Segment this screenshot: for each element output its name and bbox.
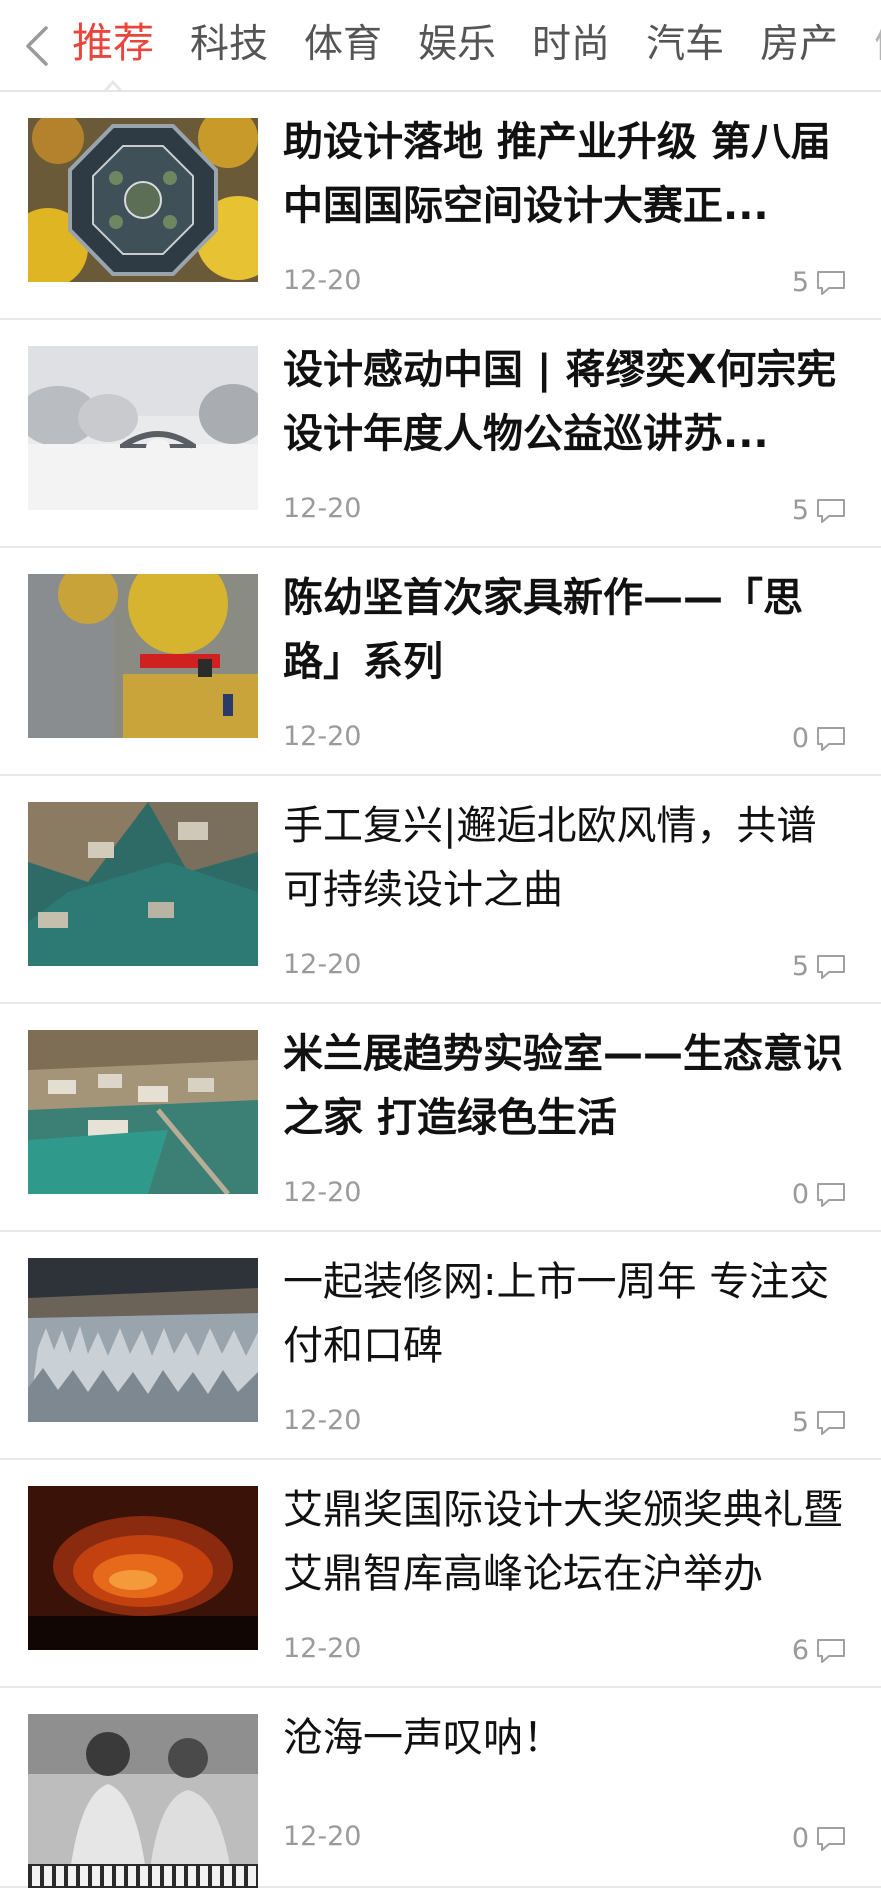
category-tabs: 推荐科技体育娱乐时尚汽车房产健 xyxy=(72,0,881,90)
tab-entertainment[interactable]: 娱乐 xyxy=(418,2,496,90)
thumbnail-image[interactable] xyxy=(28,1486,258,1650)
thumbnail-image[interactable] xyxy=(28,1258,258,1422)
comment-count-value: 6 xyxy=(791,1635,809,1666)
comment-icon xyxy=(817,1638,845,1663)
tab-health[interactable]: 健 xyxy=(874,2,881,90)
comment-count[interactable]: 5 xyxy=(792,267,847,298)
article-title[interactable]: 艾鼎奖国际设计大奖颁奖典礼暨艾鼎智库高峰论坛在沪举办 xyxy=(283,1478,853,1606)
tab-auto[interactable]: 汽车 xyxy=(646,2,724,90)
comment-count-value: 5 xyxy=(791,951,809,982)
news-item[interactable]: 沧海一声叹呐！ 12-20 0 xyxy=(0,1688,881,1888)
comment-icon xyxy=(817,1826,845,1851)
thumbnail-image[interactable] xyxy=(28,1030,258,1194)
comment-icon xyxy=(817,1410,845,1435)
tab-real-estate[interactable]: 房产 xyxy=(760,2,838,90)
thumbnail-image[interactable] xyxy=(28,802,258,966)
comment-count-value: 5 xyxy=(791,1407,809,1438)
news-item[interactable]: 一起装修网:上市一周年 专注交付和口碑 12-20 5 xyxy=(0,1232,881,1460)
comment-icon xyxy=(817,270,845,295)
comment-count-value: 0 xyxy=(791,723,809,754)
article-title[interactable]: 手工复兴|邂逅北欧风情，共谱可持续设计之曲 xyxy=(283,794,853,922)
article-date: 12-20 xyxy=(283,1633,362,1664)
tab-recommended[interactable]: 推荐 xyxy=(72,0,154,90)
back-button[interactable] xyxy=(14,18,60,74)
article-date: 12-20 xyxy=(283,1177,362,1208)
thumbnail-image[interactable] xyxy=(28,574,258,738)
comment-count[interactable]: 0 xyxy=(792,723,847,754)
article-date: 12-20 xyxy=(283,949,362,980)
news-item[interactable]: 手工复兴|邂逅北欧风情，共谱可持续设计之曲 12-20 5 xyxy=(0,776,881,1004)
comment-count[interactable]: 6 xyxy=(792,1635,847,1666)
comment-count[interactable]: 0 xyxy=(792,1179,847,1210)
news-item[interactable]: 米兰展趋势实验室——生态意识之家 打造绿色生活 12-20 0 xyxy=(0,1004,881,1232)
tab-sports[interactable]: 体育 xyxy=(304,2,382,90)
thumbnail-image[interactable] xyxy=(28,118,258,282)
comment-icon xyxy=(817,726,845,751)
news-item[interactable]: 陈幼坚首次家具新作——「思路」系列 12-20 0 xyxy=(0,548,881,776)
article-date: 12-20 xyxy=(283,1821,362,1852)
comment-count[interactable]: 5 xyxy=(792,951,847,982)
comment-count-value: 5 xyxy=(791,267,809,298)
comment-icon xyxy=(817,954,845,979)
comment-count[interactable]: 0 xyxy=(792,1823,847,1854)
comment-icon xyxy=(817,1182,845,1207)
tab-fashion[interactable]: 时尚 xyxy=(532,2,610,90)
article-title[interactable]: 设计感动中国 | 蒋缪奕X何宗宪 设计年度人物公益巡讲苏... xyxy=(283,338,853,466)
article-date: 12-20 xyxy=(283,265,362,296)
news-item[interactable]: 助设计落地 推产业升级 第八届中国国际空间设计大赛正... 12-20 5 xyxy=(0,92,881,320)
top-navigation-bar: 推荐科技体育娱乐时尚汽车房产健 xyxy=(0,0,881,92)
article-date: 12-20 xyxy=(283,1405,362,1436)
news-item[interactable]: 设计感动中国 | 蒋缪奕X何宗宪 设计年度人物公益巡讲苏... 12-20 5 xyxy=(0,320,881,548)
news-item[interactable]: 艾鼎奖国际设计大奖颁奖典礼暨艾鼎智库高峰论坛在沪举办 12-20 6 xyxy=(0,1460,881,1688)
comment-count[interactable]: 5 xyxy=(792,1407,847,1438)
thumbnail-image[interactable] xyxy=(28,346,258,510)
thumbnail-image[interactable] xyxy=(28,1714,258,1888)
tab-tech[interactable]: 科技 xyxy=(190,2,268,90)
chevron-left-icon xyxy=(26,26,48,66)
article-title[interactable]: 陈幼坚首次家具新作——「思路」系列 xyxy=(283,566,853,694)
article-title[interactable]: 一起装修网:上市一周年 专注交付和口碑 xyxy=(283,1250,853,1378)
comment-count-value: 0 xyxy=(791,1823,809,1854)
comment-count[interactable]: 5 xyxy=(792,495,847,526)
comment-icon xyxy=(817,498,845,523)
article-date: 12-20 xyxy=(283,493,362,524)
article-title[interactable]: 沧海一声叹呐！ xyxy=(283,1706,853,1770)
article-title[interactable]: 米兰展趋势实验室——生态意识之家 打造绿色生活 xyxy=(283,1022,853,1150)
article-title[interactable]: 助设计落地 推产业升级 第八届中国国际空间设计大赛正... xyxy=(283,110,853,238)
comment-count-value: 0 xyxy=(791,1179,809,1210)
news-feed: 助设计落地 推产业升级 第八届中国国际空间设计大赛正... 12-20 5 设计… xyxy=(0,92,881,1888)
article-date: 12-20 xyxy=(283,721,362,752)
comment-count-value: 5 xyxy=(791,495,809,526)
